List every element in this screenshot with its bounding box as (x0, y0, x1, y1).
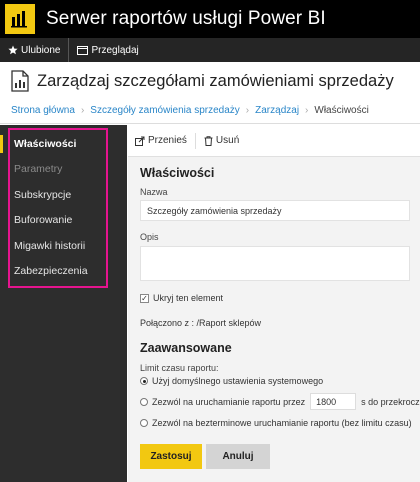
hide-item-checkbox[interactable]: ✓ (140, 293, 149, 303)
radio-default-timeout[interactable]: Użyj domyślnego ustawienia systemowego (140, 376, 323, 386)
page-title: Zarządzaj szczegółami zamówieniami sprze… (37, 71, 394, 90)
delete-label: Usuń (215, 135, 240, 146)
radio-custom-timeout[interactable]: Zezwól na uruchamianie raportu przez 180… (140, 393, 420, 410)
timeout-seconds-input[interactable]: 1800 (310, 393, 357, 410)
radio-custom-timeout-suffix: s do przekroczenia (361, 396, 420, 407)
toolbar-divider (194, 132, 196, 149)
main-content: Przenieś Usuń Właściwości Nazwa Szczegół… (128, 125, 420, 482)
breadcrumb-manage[interactable]: Zarządzaj (255, 105, 299, 116)
nav-bar: Ulubione Przeglądaj (0, 38, 420, 62)
star-icon (8, 45, 18, 55)
radio-no-timeout-button[interactable] (140, 419, 148, 427)
description-label: Opis (140, 232, 159, 242)
radio-default-timeout-label: Użyj domyślnego ustawienia systemowego (152, 376, 324, 386)
radio-custom-timeout-prefix: Zezwól na uruchamianie raportu przez (152, 396, 306, 407)
radio-default-timeout-button[interactable] (140, 377, 148, 385)
chevron-right-icon: › (245, 105, 250, 116)
properties-section-title: Właściwości (140, 166, 215, 180)
delete-button[interactable]: Usuń (204, 135, 247, 146)
top-bar: Serwer raportów usługi Power BI (0, 0, 420, 38)
power-bi-logo-icon[interactable] (5, 4, 35, 34)
folder-icon (77, 46, 89, 55)
page-header: Zarządzaj szczegółami zamówieniami sprze… (0, 62, 420, 124)
advanced-section-title: Zaawansowane (140, 341, 232, 355)
apply-button[interactable]: Zastosuj (140, 444, 202, 469)
move-icon (135, 136, 145, 146)
favorites-label: Ulubione (21, 44, 61, 56)
radio-custom-timeout-button[interactable] (140, 397, 148, 406)
browse-link[interactable]: Przeglądaj (68, 38, 146, 62)
favorites-link[interactable]: Ulubione (0, 38, 68, 62)
name-input[interactable]: Szczegóły zamówienia sprzedaży (140, 200, 410, 221)
connected-to-text: Połączono z : /Raport sklepów (140, 318, 262, 328)
chevron-right-icon: › (305, 105, 309, 116)
radio-no-timeout[interactable]: Zezwól na bezterminowe uruchamianie rapo… (140, 418, 412, 428)
app-title: Serwer raportów usługi Power BI (46, 8, 326, 29)
move-button[interactable]: Przenieś (135, 135, 195, 146)
cancel-button[interactable]: Anuluj (206, 444, 270, 469)
move-label: Przenieś (148, 135, 187, 146)
breadcrumb: Strona główna › Szczegóły zamówienia spr… (11, 105, 369, 116)
hide-item-checkbox-row[interactable]: ✓ Ukryj ten element (140, 293, 223, 303)
name-label: Nazwa (140, 187, 168, 197)
timeout-label: Limit czasu raportu: (140, 363, 219, 373)
breadcrumb-current: Właściwości (314, 105, 369, 116)
breadcrumb-home[interactable]: Strona główna (11, 105, 75, 116)
highlight-box (8, 128, 108, 288)
browse-label: Przeglądaj (91, 44, 139, 56)
description-input[interactable] (140, 246, 410, 281)
properties-panel: Właściwości Nazwa Szczegóły zamówienia s… (128, 157, 420, 482)
radio-no-timeout-label: Zezwól na bezterminowe uruchamianie rapo… (152, 418, 412, 428)
toolbar: Przenieś Usuń (128, 125, 420, 157)
breadcrumb-report[interactable]: Szczegóły zamówienia sprzedaży (90, 105, 240, 116)
hide-item-label: Ukryj ten element (153, 293, 224, 303)
report-icon (11, 70, 29, 92)
trash-icon (204, 135, 213, 146)
chevron-right-icon: › (80, 105, 85, 116)
